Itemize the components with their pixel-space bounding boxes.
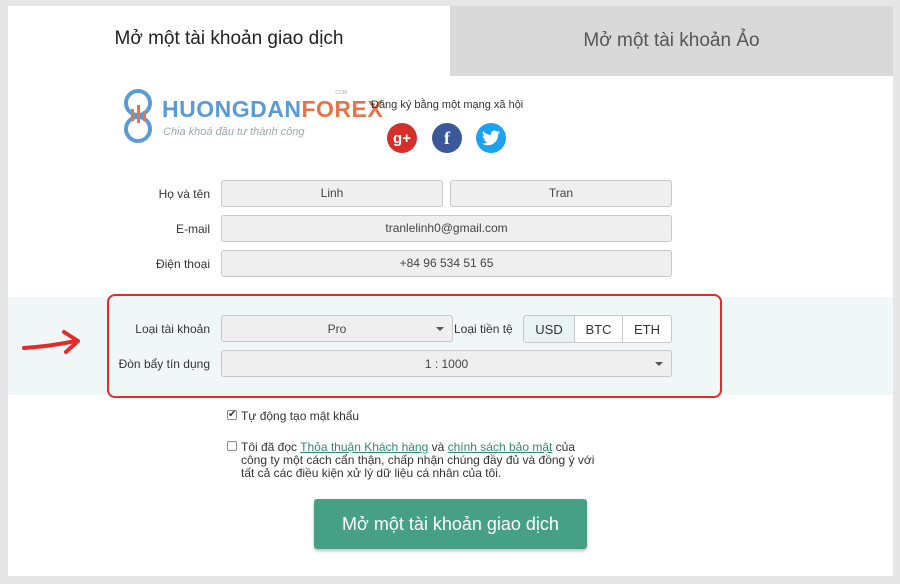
terms-text: Tôi đã đọc Thỏa thuận Khách hàng và chín… [241, 441, 601, 480]
terms-checkbox[interactable] [227, 441, 237, 451]
account-type-select[interactable]: Pro [221, 315, 453, 342]
logo-com: .COM [334, 90, 348, 96]
terms-pre: Tôi đã đọc [241, 440, 301, 454]
twitter-bird-icon [482, 130, 500, 146]
auto-password-checkbox[interactable]: ✔ [227, 410, 237, 420]
terms-mid: và [428, 440, 448, 454]
logo-wordmark: HUONGDANFOREX [162, 96, 384, 122]
red-arrow-icon [22, 330, 80, 354]
twitter-icon[interactable] [476, 123, 506, 153]
tab-demo-account[interactable]: Mở một tài khoản Ảo [450, 6, 893, 76]
terms-line2: công ty một cách cẩn thận, chấp nhận chú… [241, 453, 595, 467]
chevron-down-icon [436, 327, 444, 331]
phone-label: Điện thoại [155, 257, 210, 271]
terms-post: của [552, 440, 576, 454]
logo-slogan: Chia khoá đầu tư thành công [163, 126, 305, 138]
privacy-policy-link[interactable]: chính sách bảo mật [448, 440, 553, 454]
account-type-label: Loại tài khoản [135, 322, 210, 336]
currency-btc-button[interactable]: BTC [574, 315, 623, 343]
leverage-value: 1 : 1000 [424, 356, 469, 371]
leverage-label: Đòn bẩy tín dụng [118, 357, 210, 371]
email-label: E-mail [175, 222, 210, 236]
tab-live-account[interactable]: Mở một tài khoản giao dịch [8, 6, 450, 82]
customer-agreement-link[interactable]: Thỏa thuận Khách hàng [300, 440, 428, 454]
leverage-select[interactable]: 1 : 1000 [221, 350, 672, 377]
chevron-down-icon [655, 362, 663, 366]
currency-usd-button[interactable]: USD [523, 315, 575, 343]
facebook-icon[interactable]: f [432, 123, 462, 153]
first-name-input[interactable]: Linh [221, 180, 443, 207]
currency-label: Loại tiền tệ [454, 322, 513, 336]
account-type-value: Pro [327, 321, 347, 336]
open-account-button[interactable]: Mở một tài khoản giao dịch [314, 499, 587, 549]
email-input[interactable]: tranlelinh0@gmail.com [221, 215, 672, 242]
phone-input[interactable]: +84 96 534 51 65 [221, 250, 672, 277]
google-plus-icon[interactable]: g+ [387, 123, 417, 153]
currency-eth-button[interactable]: ETH [622, 315, 672, 343]
social-signup-title: Đăng ký bằng một mạng xã hội [371, 99, 524, 111]
terms-line3: tất cả các điều kiện xử lý dữ liệu cá nh… [241, 466, 502, 480]
name-label: Họ và tên [158, 187, 210, 201]
highlight-box [107, 294, 722, 398]
auto-password-label: Tự động tạo mật khẩu [241, 409, 360, 423]
last-name-input[interactable]: Tran [450, 180, 672, 207]
